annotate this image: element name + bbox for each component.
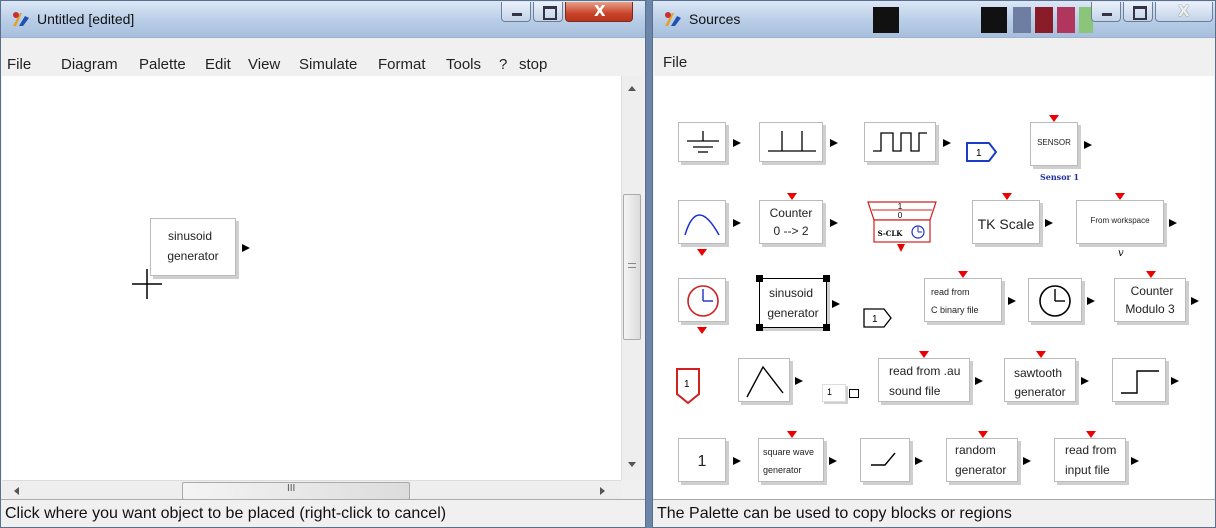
scroll-down-icon[interactable] bbox=[628, 462, 636, 467]
menu-diagram[interactable]: Diagram bbox=[61, 56, 118, 73]
clock-block[interactable] bbox=[678, 278, 726, 334]
time-clock-block[interactable] bbox=[1028, 278, 1095, 322]
read-au-block[interactable]: read from .au sound file bbox=[878, 351, 983, 402]
menu-simulate[interactable]: Simulate bbox=[299, 56, 357, 73]
scilab-app-icon bbox=[13, 12, 29, 26]
palette-canvas[interactable]: 1 SENSOR Sensor 1 Counter 0 --> 2 1 0 S-… bbox=[654, 76, 1214, 500]
status-bar: The Palette can be used to copy blocks o… bbox=[653, 499, 1215, 527]
svg-text:1: 1 bbox=[976, 148, 982, 159]
counter-block[interactable]: Counter 0 --> 2 bbox=[759, 193, 838, 244]
sensor-caption: Sensor 1 bbox=[1040, 172, 1080, 182]
constant-block[interactable]: 1 bbox=[678, 438, 741, 482]
menu-view[interactable]: View bbox=[248, 56, 280, 73]
diagram-canvas[interactable]: sinusoid generator bbox=[2, 76, 621, 480]
menu-palette[interactable]: Palette bbox=[139, 56, 186, 73]
minimize-button[interactable] bbox=[501, 2, 531, 22]
status-text: The Palette can be used to copy blocks o… bbox=[657, 505, 1012, 522]
xcos-diagram-window: Untitled [edited] X File Diagram Palette… bbox=[0, 0, 646, 528]
maximize-icon bbox=[1133, 6, 1147, 20]
ground-block[interactable] bbox=[678, 122, 741, 162]
status-text: Click where you want object to be placed… bbox=[5, 505, 447, 522]
minimize-button[interactable] bbox=[1091, 2, 1121, 22]
menu-edit[interactable]: Edit bbox=[205, 56, 231, 73]
sinusoid-generator-block[interactable]: sinusoid generator bbox=[756, 275, 840, 331]
status-bar: Click where you want object to be placed… bbox=[1, 499, 645, 527]
from-workspace-caption: v bbox=[1118, 248, 1124, 259]
maximize-button[interactable] bbox=[1123, 2, 1153, 22]
step-function-block[interactable] bbox=[860, 438, 923, 482]
menu-stop[interactable]: stop bbox=[519, 56, 547, 73]
output-port-block[interactable]: 1 bbox=[965, 140, 999, 164]
ramp-icon bbox=[746, 365, 784, 398]
scilab-app-icon bbox=[665, 12, 681, 26]
menu-tools[interactable]: Tools bbox=[446, 56, 481, 73]
minimize-icon bbox=[1102, 13, 1112, 16]
step-block[interactable] bbox=[1112, 358, 1179, 402]
menu-file[interactable]: File bbox=[7, 56, 31, 73]
sources-palette-window: Sources X File 1 SENSOR Sensor 1 Counter… bbox=[652, 0, 1216, 528]
sine-icon bbox=[684, 214, 720, 236]
step-icon bbox=[1121, 370, 1159, 394]
scroll-left-icon[interactable] bbox=[14, 487, 19, 495]
time-block[interactable] bbox=[678, 200, 741, 256]
maximize-icon bbox=[543, 6, 557, 20]
title-bar[interactable]: Untitled [edited] X bbox=[1, 1, 645, 37]
horizontal-scroll-thumb[interactable]: III bbox=[182, 482, 410, 500]
input-port-block[interactable]: 1 bbox=[674, 366, 702, 406]
selection-handle[interactable] bbox=[756, 275, 763, 282]
clock-icon bbox=[687, 285, 719, 317]
sensor-block[interactable]: SENSOR bbox=[1030, 115, 1092, 166]
time-icon bbox=[1039, 285, 1071, 317]
selection-handle[interactable] bbox=[823, 324, 830, 331]
title-bar[interactable]: Sources X bbox=[653, 1, 1215, 37]
sinusoid-generator-block[interactable]: sinusoid generator bbox=[150, 218, 250, 276]
scroll-right-icon[interactable] bbox=[600, 487, 605, 495]
menu-bar: File bbox=[653, 37, 1215, 76]
sawtooth-generator-block[interactable]: sawtooth generator bbox=[1004, 351, 1089, 402]
horizontal-scrollbar[interactable]: III bbox=[2, 480, 621, 501]
random-generator-block[interactable]: random generator bbox=[946, 431, 1031, 482]
read-input-file-block[interactable]: read from input file bbox=[1054, 431, 1139, 482]
from-workspace-block[interactable]: From workspace bbox=[1076, 193, 1177, 244]
square-pulse-block[interactable] bbox=[864, 122, 951, 162]
close-icon: X bbox=[594, 2, 606, 20]
selection-handle[interactable] bbox=[756, 324, 763, 331]
event-input-port-block[interactable]: 1 bbox=[862, 306, 894, 330]
step-function-icon bbox=[871, 452, 896, 466]
close-button[interactable]: X bbox=[565, 2, 633, 22]
read-c-binary-block[interactable]: read from C binary file bbox=[924, 271, 1016, 322]
tk-scale-block[interactable]: TK Scale bbox=[972, 193, 1053, 244]
svg-text:0: 0 bbox=[898, 211, 903, 220]
ground-icon bbox=[687, 131, 719, 153]
crosshair-cursor-icon bbox=[132, 269, 162, 299]
selection-handle[interactable] bbox=[823, 275, 830, 282]
window-title: Sources bbox=[689, 11, 741, 27]
svg-text:S-CLK: S-CLK bbox=[878, 229, 904, 238]
window-title: Untitled [edited] bbox=[37, 11, 135, 27]
pulse-small-block[interactable]: 1 bbox=[822, 384, 859, 402]
scroll-up-icon[interactable] bbox=[628, 86, 636, 91]
svg-text:1: 1 bbox=[872, 314, 878, 325]
maximize-button[interactable] bbox=[533, 2, 563, 22]
close-button[interactable]: X bbox=[1155, 2, 1213, 22]
square-wave-icon bbox=[873, 132, 927, 152]
menu-bar: File Diagram Palette Edit View Simulate … bbox=[1, 37, 645, 76]
svg-text:1: 1 bbox=[684, 379, 690, 390]
pulse-generator-block[interactable] bbox=[759, 122, 838, 162]
close-icon: X bbox=[1178, 2, 1190, 20]
output-port bbox=[242, 244, 250, 252]
sample-clk-block[interactable]: 1 0 S-CLK bbox=[864, 200, 940, 258]
counter-modulo-block[interactable]: Counter Modulo 3 bbox=[1114, 271, 1199, 322]
square-wave-generator-block[interactable]: square wave generator bbox=[758, 431, 837, 482]
menu-help[interactable]: ? bbox=[499, 56, 507, 73]
ramp-block[interactable] bbox=[738, 358, 803, 402]
vertical-scrollbar[interactable] bbox=[621, 76, 642, 480]
svg-text:1: 1 bbox=[898, 202, 903, 211]
minimize-icon bbox=[512, 13, 522, 16]
pulse-icon bbox=[768, 131, 816, 152]
vertical-scroll-thumb[interactable] bbox=[623, 194, 641, 340]
menu-file[interactable]: File bbox=[663, 54, 687, 71]
menu-format[interactable]: Format bbox=[378, 56, 426, 73]
